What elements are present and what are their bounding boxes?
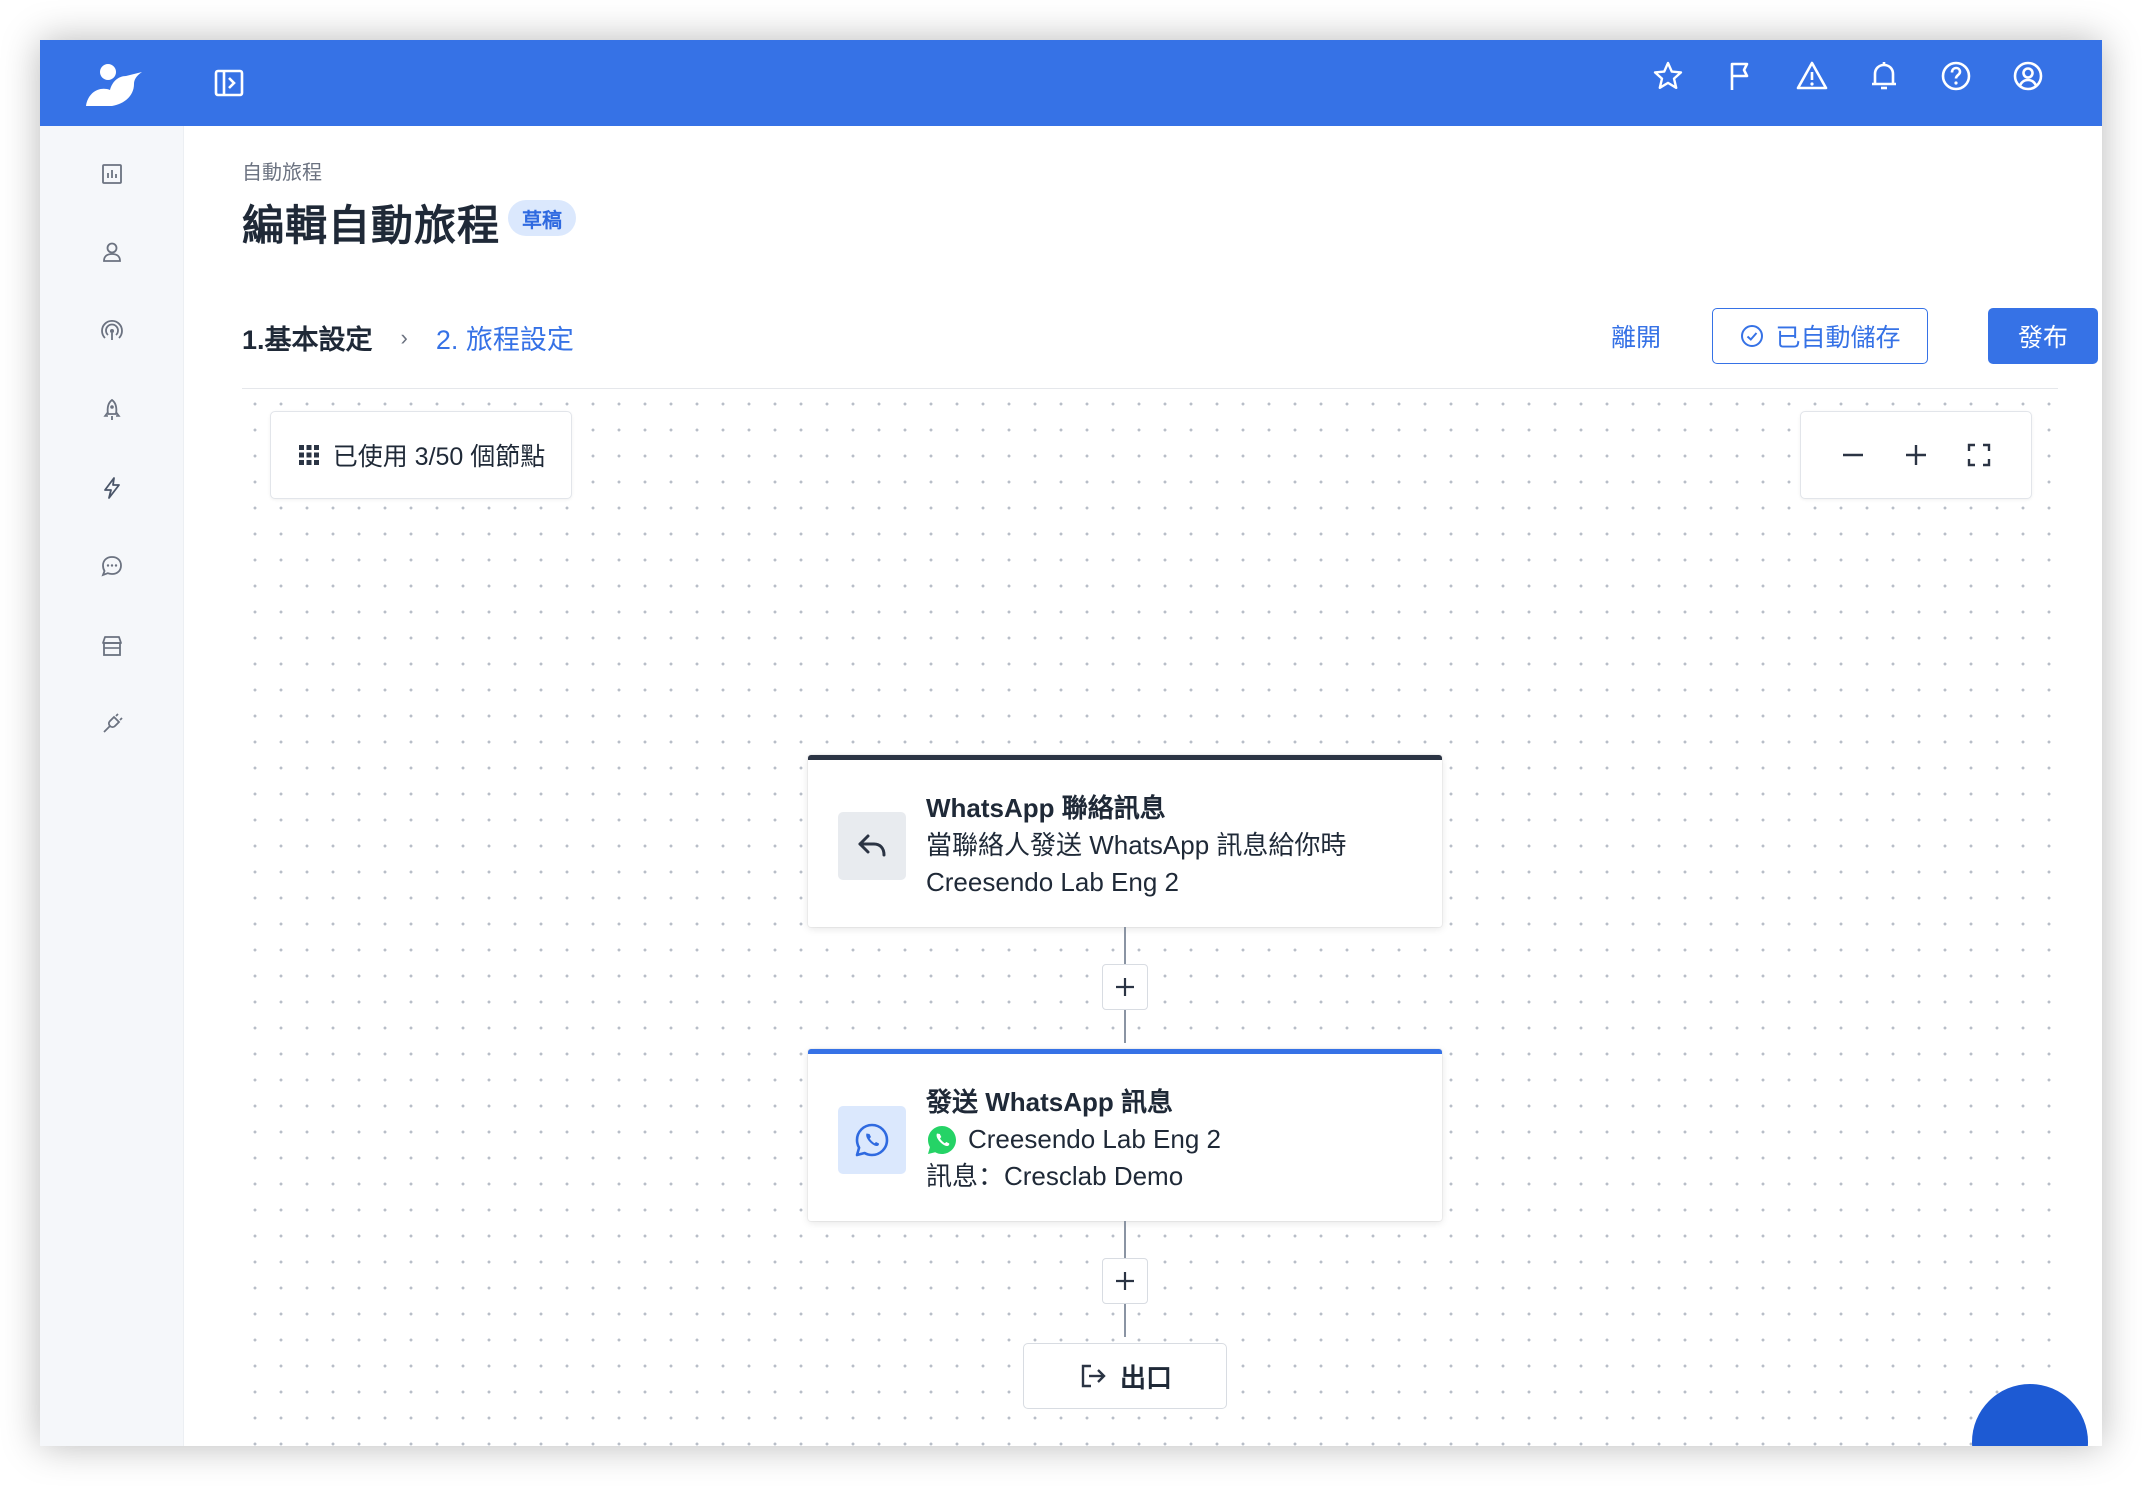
header-divider <box>242 388 2058 389</box>
flag-icon[interactable] <box>1722 58 1758 94</box>
store-icon[interactable] <box>90 624 134 668</box>
leave-button[interactable]: 離開 <box>1611 318 1661 354</box>
plus-icon <box>1116 1272 1134 1290</box>
action-node-channel: Creesendo Lab Eng 2 <box>968 1124 1221 1154</box>
chevron-right-icon: › <box>400 324 408 350</box>
whatsapp-logo-icon <box>928 1125 956 1154</box>
plus-icon <box>1905 445 1926 465</box>
left-nav-rail <box>40 126 184 1446</box>
top-icon-group <box>1650 58 2046 94</box>
trigger-node-title: WhatsApp 聯絡訊息 <box>926 793 1166 823</box>
zoom-controls <box>1800 411 2032 499</box>
action-node-send-whatsapp[interactable]: 發送 WhatsApp 訊息 Creesendo Lab Eng 2 訊息：Cr… <box>808 1049 1442 1221</box>
help-icon[interactable] <box>1938 58 1974 94</box>
reply-arrow-icon <box>838 812 906 880</box>
warning-icon[interactable] <box>1794 58 1830 94</box>
status-badge: 草稿 <box>508 200 576 236</box>
step-navigation: 1.基本設定 › 2. 旅程設定 <box>242 318 574 357</box>
fit-screen-button[interactable] <box>1959 435 1999 475</box>
fit-screen-icon <box>1968 443 1991 467</box>
zoom-in-button[interactable] <box>1896 435 1936 475</box>
plus-icon <box>1116 978 1134 996</box>
exit-label: 出口 <box>1119 1362 1172 1393</box>
trigger-node-description: 當聯絡人發送 WhatsApp 訊息給你時 <box>926 830 1347 860</box>
action-node-message: 訊息：Cresclab Demo <box>926 1161 1184 1191</box>
breadcrumb[interactable]: 自動旅程 <box>242 156 322 185</box>
minus-icon <box>1842 453 1863 457</box>
chat-bubble-icon[interactable] <box>90 544 134 588</box>
action-node-title: 發送 WhatsApp 訊息 <box>926 1087 1173 1117</box>
sidebar-toggle-icon[interactable] <box>212 66 246 100</box>
app-window: 自動旅程 編輯自動旅程 草稿 1.基本設定 › 2. 旅程設定 離開 已自動儲存… <box>40 40 2102 1446</box>
bell-icon[interactable] <box>1866 58 1902 94</box>
exit-node[interactable]: 出口 <box>1023 1343 1227 1409</box>
check-circle-icon <box>1741 325 1764 347</box>
add-node-button[interactable] <box>1102 1258 1148 1304</box>
step-journey-settings[interactable]: 2. 旅程設定 <box>436 318 574 357</box>
action-node-text: 發送 WhatsApp 訊息 Creesendo Lab Eng 2 訊息：Cr… <box>926 1084 1221 1195</box>
node-usage-counter: 已使用 3/50 個節點 <box>270 411 572 499</box>
trigger-node-whatsapp-contact[interactable]: WhatsApp 聯絡訊息 當聯絡人發送 WhatsApp 訊息給你時 Cree… <box>808 755 1442 927</box>
chart-icon[interactable] <box>90 152 134 196</box>
exit-icon <box>1081 1364 1106 1388</box>
journey-canvas[interactable]: 已使用 3/50 個節點 WhatsApp 聯絡訊息 當聯絡人發送 WhatsA… <box>242 391 2058 1446</box>
whatsapp-icon <box>838 1106 906 1174</box>
brand-logo[interactable] <box>78 54 150 114</box>
contact-icon[interactable] <box>90 230 134 274</box>
top-bar <box>40 40 2102 126</box>
page-title: 編輯自動旅程 <box>242 202 501 249</box>
main-content: 自動旅程 編輯自動旅程 草稿 1.基本設定 › 2. 旅程設定 離開 已自動儲存… <box>184 126 2102 1446</box>
trigger-node-text: WhatsApp 聯絡訊息 當聯絡人發送 WhatsApp 訊息給你時 Cree… <box>926 790 1346 901</box>
step-basic-settings[interactable]: 1.基本設定 <box>242 318 373 357</box>
autosaved-label: 已自動儲存 <box>1775 324 1901 352</box>
lightning-icon[interactable] <box>90 466 134 510</box>
node-usage-label: 已使用 3/50 個節點 <box>332 443 546 471</box>
autosaved-button[interactable]: 已自動儲存 <box>1712 308 1928 364</box>
user-circle-icon[interactable] <box>2010 58 2046 94</box>
trigger-node-channel: Creesendo Lab Eng 2 <box>926 867 1179 897</box>
star-icon[interactable] <box>1650 58 1686 94</box>
zoom-out-button[interactable] <box>1833 435 1873 475</box>
rocket-icon[interactable] <box>90 388 134 432</box>
publish-button[interactable]: 發布 <box>1988 308 2098 364</box>
add-node-button[interactable] <box>1102 964 1148 1010</box>
plug-icon[interactable] <box>90 702 134 746</box>
action-node-channel-row: Creesendo Lab Eng 2 <box>926 1121 1221 1158</box>
grid-dots-icon <box>298 445 319 465</box>
broadcast-icon[interactable] <box>90 309 134 353</box>
